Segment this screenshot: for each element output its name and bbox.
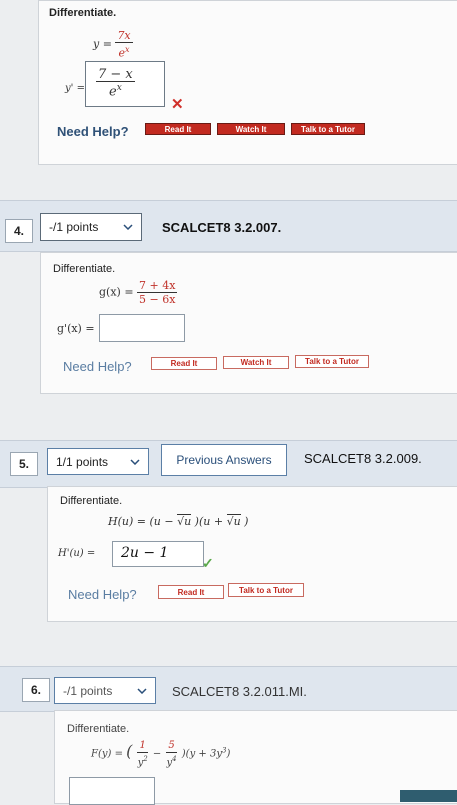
q6-points-dropdown[interactable]: -/1 points bbox=[54, 677, 156, 704]
q3-need-help: Need Help? bbox=[57, 124, 129, 139]
incorrect-x-icon: ✕ bbox=[171, 96, 184, 113]
q6-instruction: Differentiate. bbox=[67, 723, 130, 735]
q5-number: 5. bbox=[10, 452, 38, 476]
q4-instruction: Differentiate. bbox=[53, 263, 116, 275]
q5-equation: H(u) = (u − √u )(u + √u ) bbox=[108, 514, 249, 528]
q3-equation: y = 7x ex bbox=[93, 29, 133, 60]
q3-talk-tutor-button[interactable]: Talk to a Tutor bbox=[291, 123, 365, 135]
q6-answer-box[interactable] bbox=[69, 777, 155, 805]
q5-read-it-button[interactable]: Read It bbox=[158, 585, 224, 599]
q4-number: 4. bbox=[5, 219, 33, 243]
q5-talk-tutor-button[interactable]: Talk to a Tutor bbox=[228, 583, 304, 597]
q4-talk-tutor-button[interactable]: Talk to a Tutor bbox=[295, 355, 369, 368]
q5-answer-box[interactable]: 2u − 1 bbox=[112, 541, 204, 567]
question-4-card: Differentiate. g(x) = 7 + 4x 5 − 6x g'(x)… bbox=[40, 252, 457, 394]
q4-watch-it-button[interactable]: Watch It bbox=[223, 356, 289, 369]
q3-instruction: Differentiate. bbox=[49, 7, 117, 19]
q3-answer-numerator: 7 − x bbox=[96, 67, 135, 82]
chevron-down-icon bbox=[137, 687, 147, 694]
q3-answer-box[interactable]: 7 − x ex bbox=[85, 61, 165, 107]
q5-code: SCALCET8 3.2.009. bbox=[304, 451, 422, 466]
chevron-down-icon bbox=[123, 224, 133, 230]
q4-code: SCALCET8 3.2.007. bbox=[162, 220, 282, 235]
q4-points-dropdown[interactable]: -/1 points bbox=[40, 213, 142, 241]
correct-check-icon: ✓ bbox=[202, 555, 214, 571]
chevron-down-icon bbox=[130, 458, 140, 465]
q5-answer-lhs: H'(u) = bbox=[58, 548, 96, 559]
q4-read-it-button[interactable]: Read It bbox=[151, 357, 217, 370]
q3-watch-it-button[interactable]: Watch It bbox=[217, 123, 285, 135]
previous-answers-button[interactable]: Previous Answers bbox=[161, 444, 287, 476]
scroll-strip bbox=[400, 790, 457, 802]
q6-number: 6. bbox=[22, 678, 50, 702]
q5-answer-value: 2u − 1 bbox=[121, 545, 169, 561]
question-3-card: Differentiate. y = 7x ex y' = 7 − x ex ✕ N… bbox=[38, 0, 457, 165]
q4-equation: g(x) = 7 + 4x 5 − 6x bbox=[99, 279, 178, 306]
q6-equation: F(y) = ( 1 y2 − 5 y4 )(y + 3y3) bbox=[91, 740, 231, 769]
q3-read-it-button[interactable]: Read It bbox=[145, 123, 211, 135]
q4-answer-lhs: g'(x) = bbox=[57, 322, 95, 335]
q5-points-dropdown[interactable]: 1/1 points bbox=[47, 448, 149, 475]
q4-answer-box[interactable] bbox=[99, 314, 185, 342]
q5-instruction: Differentiate. bbox=[60, 495, 123, 507]
q5-need-help: Need Help? bbox=[68, 587, 137, 602]
question-5-card: Differentiate. H(u) = (u − √u )(u + √u )… bbox=[47, 486, 457, 622]
question-6-card: Differentiate. F(y) = ( 1 y2 − 5 y4 )(y + … bbox=[54, 710, 457, 805]
q4-need-help: Need Help? bbox=[63, 359, 132, 374]
q3-answer-lhs: y' = bbox=[65, 83, 85, 94]
q6-code: SCALCET8 3.2.011.MI. bbox=[172, 684, 307, 699]
